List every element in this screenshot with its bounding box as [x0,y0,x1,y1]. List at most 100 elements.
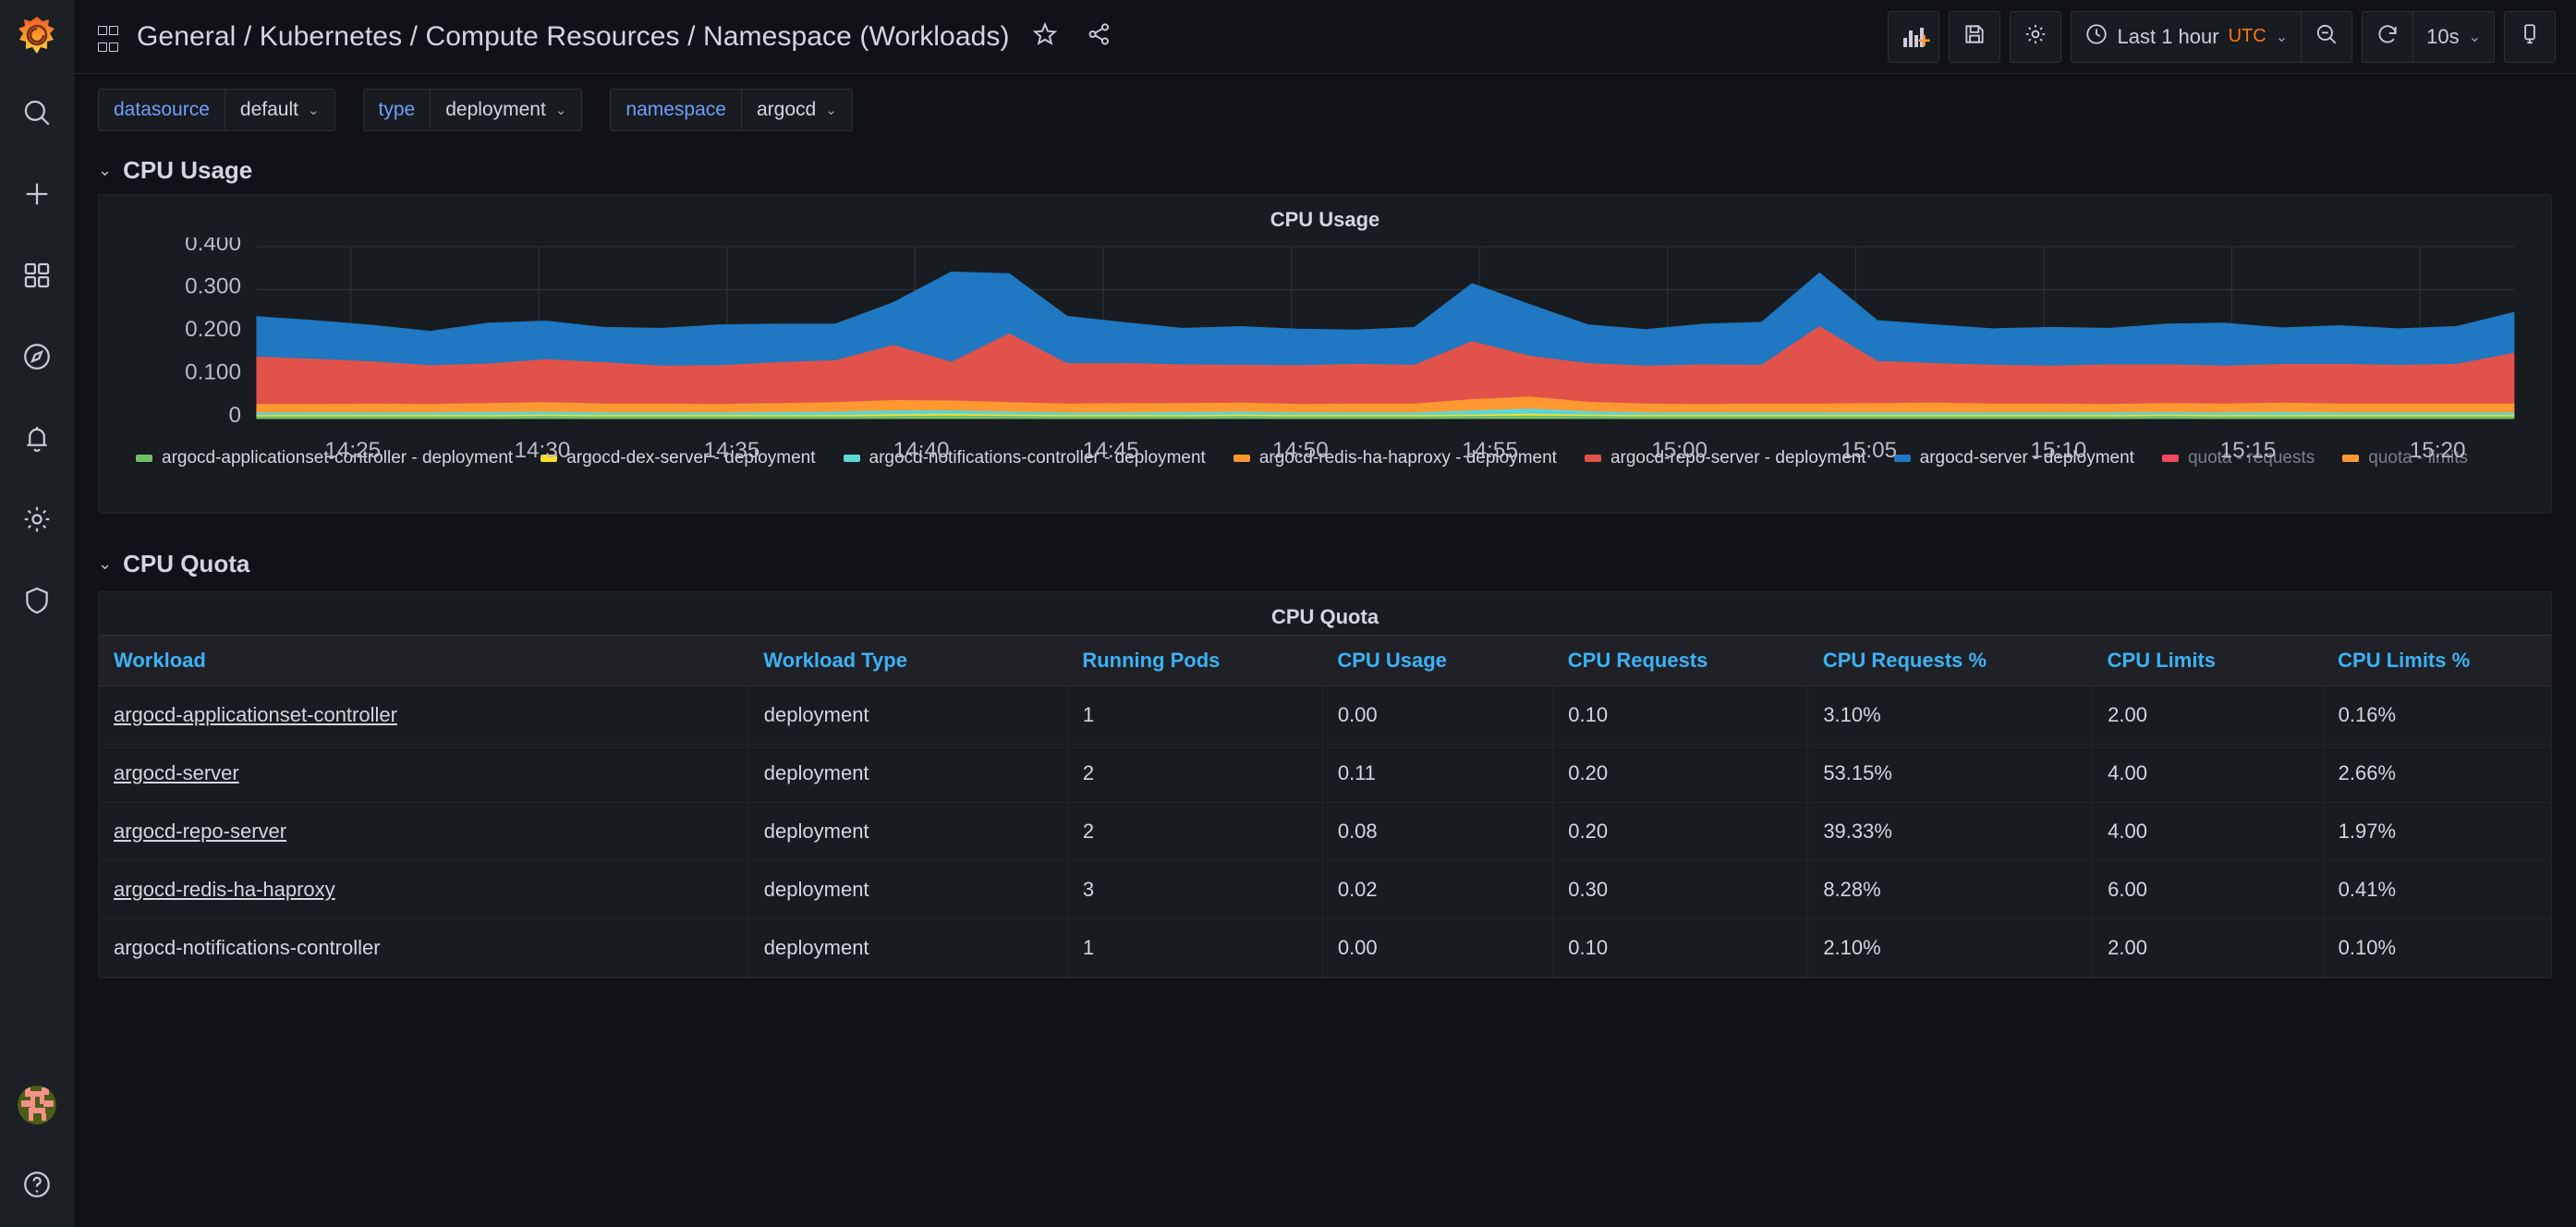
table-cell-workload[interactable]: argocd-notifications-controller [99,918,749,978]
sidebar-item-search[interactable] [0,74,74,155]
variable-value-type[interactable]: deployment ⌄ [430,89,583,131]
legend-color-swatch [1584,455,1601,462]
add-panel-button[interactable]: + [1887,10,1939,63]
row-header-cpu-quota[interactable]: ⌄ CPU Quota [98,540,2552,588]
legend-item[interactable]: argocd-dex-server - deployment [541,448,816,468]
table-cell-requests: 0.20 [1552,802,1809,861]
save-dashboard-button[interactable] [1948,10,2000,63]
workload-link[interactable]: argocd-repo-server [114,820,286,843]
star-dashboard-button[interactable] [1027,18,1063,55]
table-cell-usage: 0.00 [1322,686,1554,745]
table-cell-workload[interactable]: argocd-redis-ha-haproxy [99,860,749,919]
table-cell-type: deployment [748,686,1068,745]
sidebar-item-server-admin[interactable] [0,562,74,643]
column-header[interactable]: CPU Requests [1552,635,1808,686]
grafana-logo[interactable] [0,0,74,74]
table-cell-limits: 4.00 [2092,802,2324,861]
variable-label-namespace: namespace [610,89,741,131]
table-cell-pods: 2 [1067,744,1323,803]
legend-item[interactable]: argocd-redis-ha-haproxy - deployment [1233,448,1557,468]
table-cell-limits-pct: 0.10% [2323,918,2551,978]
breadcrumb[interactable]: General / Kubernetes / Compute Resources… [137,21,1010,53]
template-variables-bar: datasource default ⌄ type deployment ⌄ n… [74,74,2576,146]
table-cell-usage: 0.00 [1322,918,1554,978]
table-cell-limits-pct: 0.41% [2323,860,2551,919]
variable-value-datasource[interactable]: default ⌄ [224,89,335,131]
sidebar-item-explore[interactable] [0,318,74,399]
chevron-down-icon: ⌄ [2275,29,2289,45]
add-panel-icon: + [1902,27,1931,52]
row-title: CPU Quota [123,549,250,577]
table-cell-limits: 2.00 [2092,686,2324,745]
plus-icon [21,178,53,214]
dashboard-settings-button[interactable] [2009,10,2061,63]
share-icon [1086,21,1112,52]
legend-item[interactable]: argocd-server - deployment [1893,448,2134,468]
table-row: argocd-server deployment 2 0.11 0.20 53.15% 4.… [99,744,2551,803]
table-cell-type: deployment [748,860,1068,919]
tv-icon [2518,22,2542,52]
variable-value-namespace[interactable]: argocd ⌄ [740,89,853,131]
column-header[interactable]: CPU Usage [1322,635,1553,686]
column-header[interactable]: Workload Type [748,635,1068,686]
sidebar-item-user-profile[interactable] [0,1064,74,1146]
chevron-down-icon: ⌄ [825,103,837,118]
table-cell-requests-pct: 53.15% [1807,744,2094,803]
zoom-out-time-range-button[interactable] [2301,11,2351,62]
legend-item[interactable]: argocd-repo-server - deployment [1584,448,1866,468]
column-header[interactable]: Running Pods [1067,635,1323,686]
panel-title: CPU Quota [1270,605,1379,628]
time-controls: Last 1 hour UTC ⌄ [2070,10,2353,63]
table-cell-usage: 0.02 [1322,860,1554,919]
table-cell-limits: 6.00 [2092,860,2324,919]
table-cell-type: deployment [748,802,1068,861]
sidebar-item-dashboards[interactable] [0,237,74,318]
legend-color-swatch [843,455,860,462]
zoom-out-icon [2315,22,2339,52]
dashboard-content: ⌄ CPU Usage CPU Usage 0 0.100 0.200 0.300 0.… [74,146,2576,978]
top-navigation-bar: General / Kubernetes / Compute Resources… [74,0,2576,74]
table-cell-workload[interactable]: argocd-repo-server [99,802,749,861]
legend-item[interactable]: quota - requests [2161,448,2315,468]
view-mode-button[interactable] [2504,10,2556,63]
chart-legend: argocd-applicationset-controller - deplo… [99,443,2551,468]
refresh-dashboard-button[interactable] [2363,12,2412,62]
workload-link[interactable]: argocd-server [114,761,239,784]
share-dashboard-button[interactable] [1080,18,1117,55]
table-row: argocd-applicationset-controller deployme… [99,686,2551,745]
column-header[interactable]: Workload [99,635,749,686]
legend-color-swatch [1893,455,1911,462]
legend-label: argocd-server - deployment [1919,448,2134,468]
column-header[interactable]: CPU Requests % [1807,635,2093,686]
workload-link[interactable]: argocd-applicationset-controller [114,703,397,726]
table-cell-workload[interactable]: argocd-server [99,744,749,803]
variable-value-text: default [239,99,298,120]
sidebar-item-create[interactable] [0,155,74,237]
column-header[interactable]: CPU Limits % [2323,635,2551,686]
refresh-interval-picker[interactable]: 10s ⌄ [2412,11,2494,62]
table-cell-pods: 3 [1067,860,1323,919]
legend-item[interactable]: argocd-notifications-controller - deploy… [843,448,1206,468]
legend-label: quota - requests [2187,448,2315,468]
legend-item[interactable]: argocd-applicationset-controller - deplo… [136,448,513,468]
legend-label: quota - limits [2368,448,2468,468]
table-cell-workload[interactable]: argocd-applicationset-controller [99,686,749,745]
timeseries-chart[interactable]: 0 0.100 0.200 0.300 0.400 14:25 14:30 14:35 14:4… [99,237,2551,463]
legend-item[interactable]: quota - limits [2342,448,2468,468]
column-header[interactable]: CPU Limits [2092,635,2324,686]
row-header-cpu-usage[interactable]: ⌄ CPU Usage [98,146,2552,194]
variable-datasource: datasource default ⌄ [98,89,335,131]
time-range-picker[interactable]: Last 1 hour UTC ⌄ [2072,12,2302,62]
bell-icon [21,422,53,458]
workload-link[interactable]: argocd-redis-ha-haproxy [114,878,335,901]
variable-type: type deployment ⌄ [362,89,583,131]
sidebar-item-help[interactable] [0,1146,74,1227]
grid-icon [21,260,53,296]
panel-cpu-quota: CPU Quota Workload Workload Type Running P… [98,591,2552,978]
chevron-down-icon: ⌄ [554,103,567,118]
sidebar-item-configuration[interactable] [0,480,74,562]
legend-label: argocd-notifications-controller - deploy… [869,448,1206,468]
table-cell-pods: 1 [1067,918,1323,978]
sidebar-item-alerting[interactable] [0,399,74,480]
table-cell-type: deployment [748,744,1068,803]
